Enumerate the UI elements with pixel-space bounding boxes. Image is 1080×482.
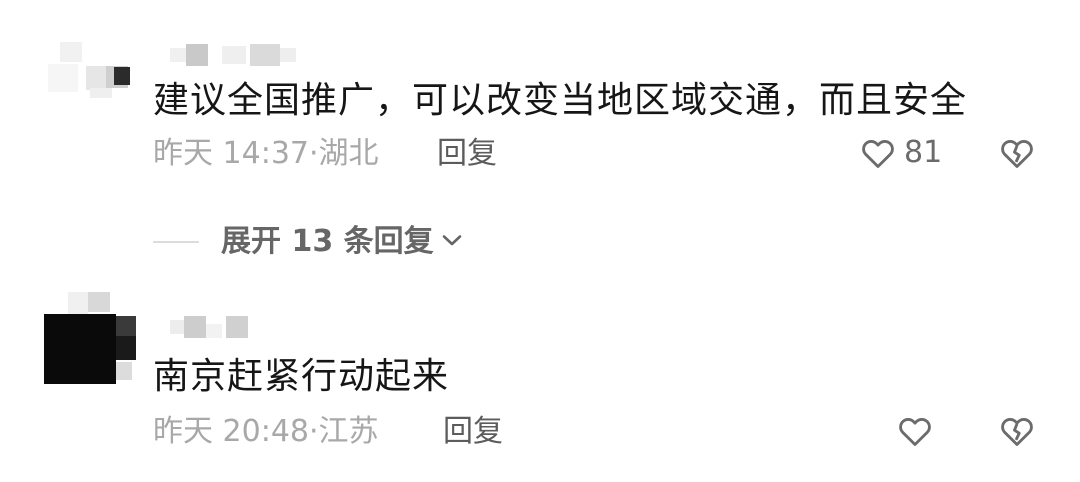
broken-heart-icon (997, 140, 1037, 176)
avatar[interactable] (48, 34, 140, 100)
heart-outline-icon (858, 134, 898, 172)
comment-location: 湖北 (318, 136, 379, 171)
comment-time: 昨天 20:48· (153, 414, 319, 449)
expand-replies-button[interactable]: 展开 13 条回复 (153, 222, 464, 262)
dislike-button[interactable] (997, 134, 1037, 176)
broken-heart-icon (997, 418, 1037, 454)
comment-text: 建议全国推广，可以改变当地区域交通，而且安全 (153, 80, 968, 121)
avatar[interactable] (44, 292, 136, 388)
like-button[interactable] (895, 412, 941, 450)
like-count: 81 (904, 135, 943, 170)
like-button[interactable]: 81 (858, 134, 942, 172)
comment-meta: 昨天 14:37·湖北 (153, 136, 379, 172)
comment-meta: 昨天 20:48·江苏 (153, 414, 379, 450)
heart-outline-icon (895, 412, 935, 450)
comment-text: 南京赶紧行动起来 (153, 356, 450, 397)
comment-time: 昨天 14:37· (153, 136, 319, 171)
expand-replies-label: 展开 13 条回复 (221, 224, 434, 259)
username[interactable] (170, 44, 300, 66)
username[interactable] (170, 316, 260, 338)
dislike-button[interactable] (997, 412, 1037, 454)
chevron-down-icon (434, 228, 464, 256)
divider-line (153, 241, 199, 243)
reply-button[interactable]: 回复 (443, 414, 503, 450)
reply-button[interactable]: 回复 (437, 136, 497, 172)
comment-location: 江苏 (318, 414, 379, 449)
